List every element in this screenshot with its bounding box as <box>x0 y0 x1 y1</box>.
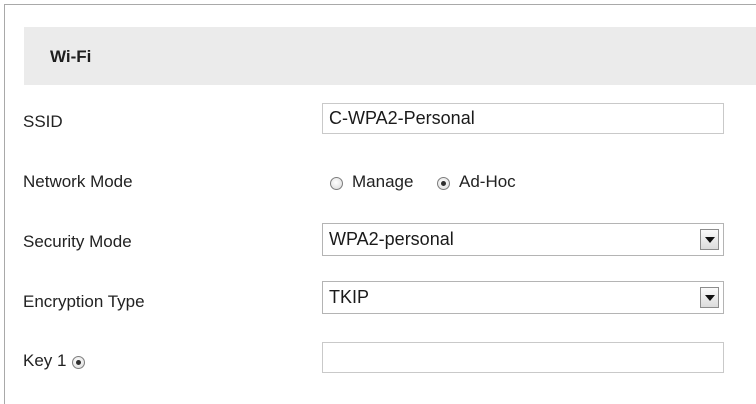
encryption-type-label: Encryption Type <box>23 292 145 311</box>
network-mode-label: Network Mode <box>23 172 133 191</box>
encryption-type-select[interactable]: TKIP <box>322 281 724 314</box>
network-mode-adhoc-label: Ad-Hoc <box>459 172 516 191</box>
section-header: Wi-Fi <box>24 27 756 85</box>
network-mode-manage-radio[interactable] <box>330 177 343 190</box>
section-title: Wi-Fi <box>50 47 92 66</box>
security-mode-select[interactable]: WPA2-personal <box>322 223 724 256</box>
security-mode-label: Security Mode <box>23 232 132 251</box>
encryption-type-value: TKIP <box>329 287 370 307</box>
chevron-down-icon[interactable] <box>700 287 719 308</box>
network-mode-manage-label: Manage <box>352 172 414 191</box>
security-mode-value: WPA2-personal <box>329 229 454 249</box>
key1-label: Key 1 <box>23 351 67 370</box>
key1-input[interactable] <box>322 342 724 373</box>
chevron-down-icon[interactable] <box>700 229 719 250</box>
key1-radio[interactable] <box>72 356 85 369</box>
ssid-input[interactable] <box>322 103 724 134</box>
network-mode-adhoc-radio[interactable] <box>437 177 450 190</box>
ssid-label: SSID <box>23 112 63 131</box>
